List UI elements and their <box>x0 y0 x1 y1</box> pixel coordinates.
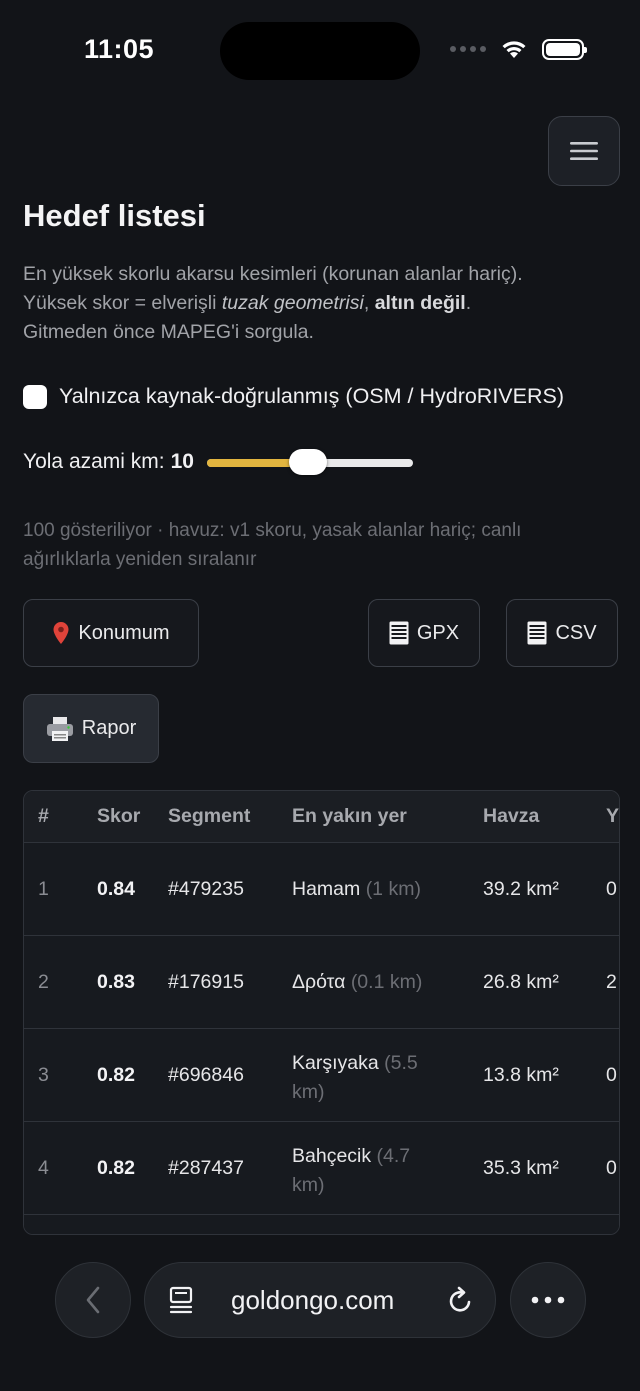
results-summary: 100 gösteriliyor · havuz: v1 skoru, yasa… <box>23 520 522 570</box>
status-time: 11:05 <box>84 34 155 64</box>
verified-only-label: Yalnızca kaynak-doğrulanmış (OSM / Hydro… <box>59 384 565 408</box>
status-icons <box>450 38 587 60</box>
row-index: 2 <box>38 971 49 993</box>
row-place: Bahçecik (4.7 km) <box>292 1145 411 1196</box>
max-road-km-filter: Yola azami km: 10 <box>23 449 413 475</box>
header-basin[interactable]: Havza <box>483 805 539 828</box>
row-next-column: 0 <box>606 1157 617 1179</box>
table-header: # Skor Segment En yakın yer Havza Y <box>24 791 619 843</box>
wifi-icon <box>502 41 526 58</box>
row-score: 0.82 <box>97 1064 135 1086</box>
intro-line-3: Gitmeden önce MAPEG'i sorgula. <box>23 321 314 343</box>
slider-thumb[interactable] <box>289 449 328 475</box>
row-next-column: 2 <box>606 971 617 993</box>
max-road-km-label: Yola azami km: 10 <box>23 450 194 473</box>
reload-icon[interactable] <box>447 1285 475 1315</box>
battery-icon <box>542 38 587 60</box>
row-place: Karşıyaka (5.5 km) <box>292 1052 418 1103</box>
my-location-button[interactable]: Konumum <box>23 599 199 667</box>
intro-text: En yüksek skorlu akarsu kesimleri (korun… <box>23 260 623 347</box>
row-segment: #696846 <box>168 1064 244 1086</box>
url-text: goldongo.com <box>231 1284 395 1315</box>
max-road-km-value: 10 <box>170 450 194 473</box>
table-row[interactable]: 4 0.82 #287437 Bahçecik (4.7 km) 35.3 km²… <box>24 1122 619 1215</box>
table-row[interactable] <box>24 1215 619 1234</box>
row-next-column: 0 <box>606 878 617 900</box>
report-label: Rapor <box>81 717 137 739</box>
header-nearest-place[interactable]: En yakın yer <box>292 805 407 828</box>
row-segment: #176915 <box>168 971 244 993</box>
row-index: 4 <box>38 1157 49 1179</box>
row-index: 3 <box>38 1064 49 1086</box>
row-segment: #287437 <box>168 1157 244 1179</box>
signal-icon <box>450 46 486 52</box>
dynamic-island <box>220 22 420 80</box>
table-row[interactable]: 3 0.82 #696846 Karşıyaka (5.5 km) 13.8 km… <box>24 1029 619 1122</box>
verified-only-filter[interactable]: Yalnızca kaynak-doğrulanmış (OSM / Hydro… <box>23 384 564 409</box>
more-icon <box>531 1296 565 1304</box>
intro-line-1: En yüksek skorlu akarsu kesimleri (korun… <box>23 263 523 285</box>
page-settings-icon[interactable] <box>169 1286 195 1314</box>
header-index: # <box>38 805 49 827</box>
hamburger-icon <box>570 142 598 160</box>
pin-icon <box>53 622 69 644</box>
menu-button[interactable] <box>548 116 620 186</box>
row-next-column: 0 <box>606 1064 617 1086</box>
row-place: Hamam (1 km) <box>292 878 421 900</box>
printer-icon <box>46 716 73 741</box>
more-options-button[interactable] <box>510 1262 586 1338</box>
gpx-export-button[interactable]: GPX <box>368 599 480 667</box>
row-score: 0.84 <box>97 878 135 900</box>
table-row[interactable]: 2 0.83 #176915 Δρότα (0.1 km) 26.8 km² 2 <box>24 936 619 1029</box>
row-basin: 26.8 km² <box>483 971 559 993</box>
results-table[interactable]: # Skor Segment En yakın yer Havza Y 1 0.… <box>23 790 620 1235</box>
csv-label: CSV <box>555 621 597 644</box>
document-icon <box>389 621 409 645</box>
header-next-column[interactable]: Y <box>606 805 619 828</box>
header-segment[interactable]: Segment <box>168 805 250 828</box>
row-basin: 35.3 km² <box>483 1157 559 1179</box>
table-row[interactable]: 1 0.84 #479235 Hamam (1 km) 39.2 km² 0 <box>24 843 619 936</box>
max-road-km-slider[interactable] <box>206 449 413 475</box>
csv-export-button[interactable]: CSV <box>506 599 618 667</box>
my-location-label: Konumum <box>78 621 170 644</box>
gpx-label: GPX <box>416 621 460 644</box>
page-title: Hedef listesi <box>23 198 206 233</box>
header-score[interactable]: Skor <box>97 805 140 828</box>
back-button[interactable] <box>55 1262 131 1338</box>
row-basin: 39.2 km² <box>483 878 559 900</box>
row-place: Δρότα (0.1 km) <box>292 971 423 993</box>
row-score: 0.83 <box>97 971 135 993</box>
address-bar[interactable]: goldongo.com <box>144 1262 496 1338</box>
verified-only-checkbox[interactable] <box>23 384 47 409</box>
report-button[interactable]: Rapor <box>23 694 159 763</box>
row-segment: #479235 <box>168 878 244 900</box>
row-basin: 13.8 km² <box>483 1064 559 1086</box>
row-score: 0.82 <box>97 1157 135 1179</box>
row-index: 1 <box>38 878 49 900</box>
document-icon <box>527 621 547 645</box>
intro-line-2: Yüksek skor = elverişli tuzak geometrisi… <box>23 292 472 314</box>
status-bar: 11:05 <box>0 0 640 100</box>
chevron-left-icon <box>86 1286 100 1314</box>
